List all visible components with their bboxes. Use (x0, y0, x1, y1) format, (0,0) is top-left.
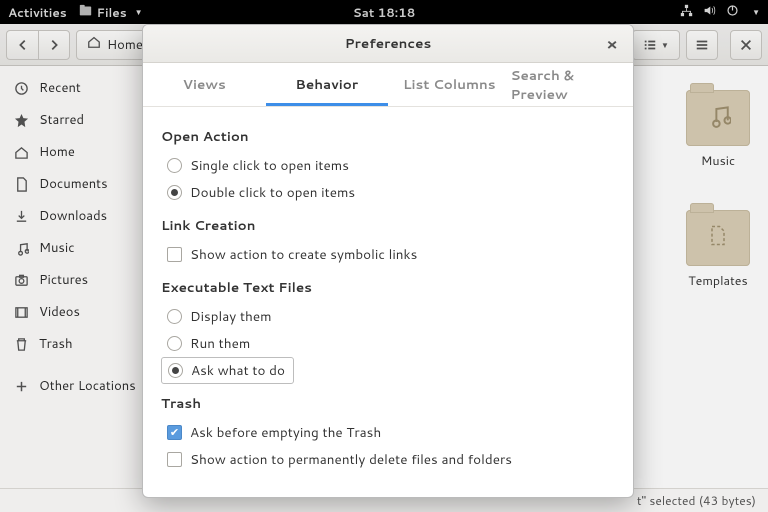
checkbox-icon (167, 247, 182, 262)
section-title-executable: Executable Text Files (161, 278, 615, 297)
section-title-trash: Trash (161, 394, 615, 413)
option-label: Show action to create symbolic links (190, 245, 417, 264)
dialog-title: Preferences (345, 34, 431, 53)
tab-behavior[interactable]: Behavior (266, 63, 389, 106)
dialog-close-button[interactable]: × (601, 33, 623, 55)
radio-icon (167, 158, 182, 173)
radio-icon (168, 363, 183, 378)
option-label: Run them (190, 334, 250, 353)
radio-icon (167, 336, 182, 351)
check-symbolic-links[interactable]: Show action to create symbolic links (161, 241, 615, 268)
dialog-header: Preferences × (143, 25, 633, 63)
section-title-link-creation: Link Creation (161, 216, 615, 235)
radio-exec-run[interactable]: Run them (161, 330, 615, 357)
checkbox-icon (167, 452, 182, 467)
radio-double-click[interactable]: Double click to open items (161, 179, 615, 206)
close-icon: × (606, 33, 617, 56)
dialog-tabs: Views Behavior List Columns Search & Pre… (143, 63, 633, 107)
option-label: Ask what to do (191, 361, 285, 380)
option-label: Double click to open items (190, 183, 355, 202)
radio-exec-display[interactable]: Display them (161, 303, 615, 330)
option-label: Ask before emptying the Trash (190, 423, 381, 442)
option-label: Single click to open items (190, 156, 349, 175)
preferences-dialog: Preferences × Views Behavior List Column… (142, 24, 634, 498)
radio-exec-ask[interactable]: Ask what to do (161, 357, 294, 384)
option-label: Show action to permanently delete files … (190, 450, 512, 469)
radio-icon (167, 309, 182, 324)
option-label: Display them (190, 307, 272, 326)
checkbox-icon: ✔ (167, 425, 182, 440)
tab-views[interactable]: Views (143, 63, 266, 106)
tab-list-columns[interactable]: List Columns (388, 63, 511, 106)
radio-icon (167, 185, 182, 200)
section-title-open-action: Open Action (161, 127, 615, 146)
radio-single-click[interactable]: Single click to open items (161, 152, 615, 179)
check-permanent-delete[interactable]: Show action to permanently delete files … (161, 446, 615, 473)
dialog-body: Open Action Single click to open items D… (143, 107, 633, 491)
check-ask-empty-trash[interactable]: ✔ Ask before emptying the Trash (161, 419, 615, 446)
tab-search-preview[interactable]: Search & Preview (511, 63, 634, 106)
